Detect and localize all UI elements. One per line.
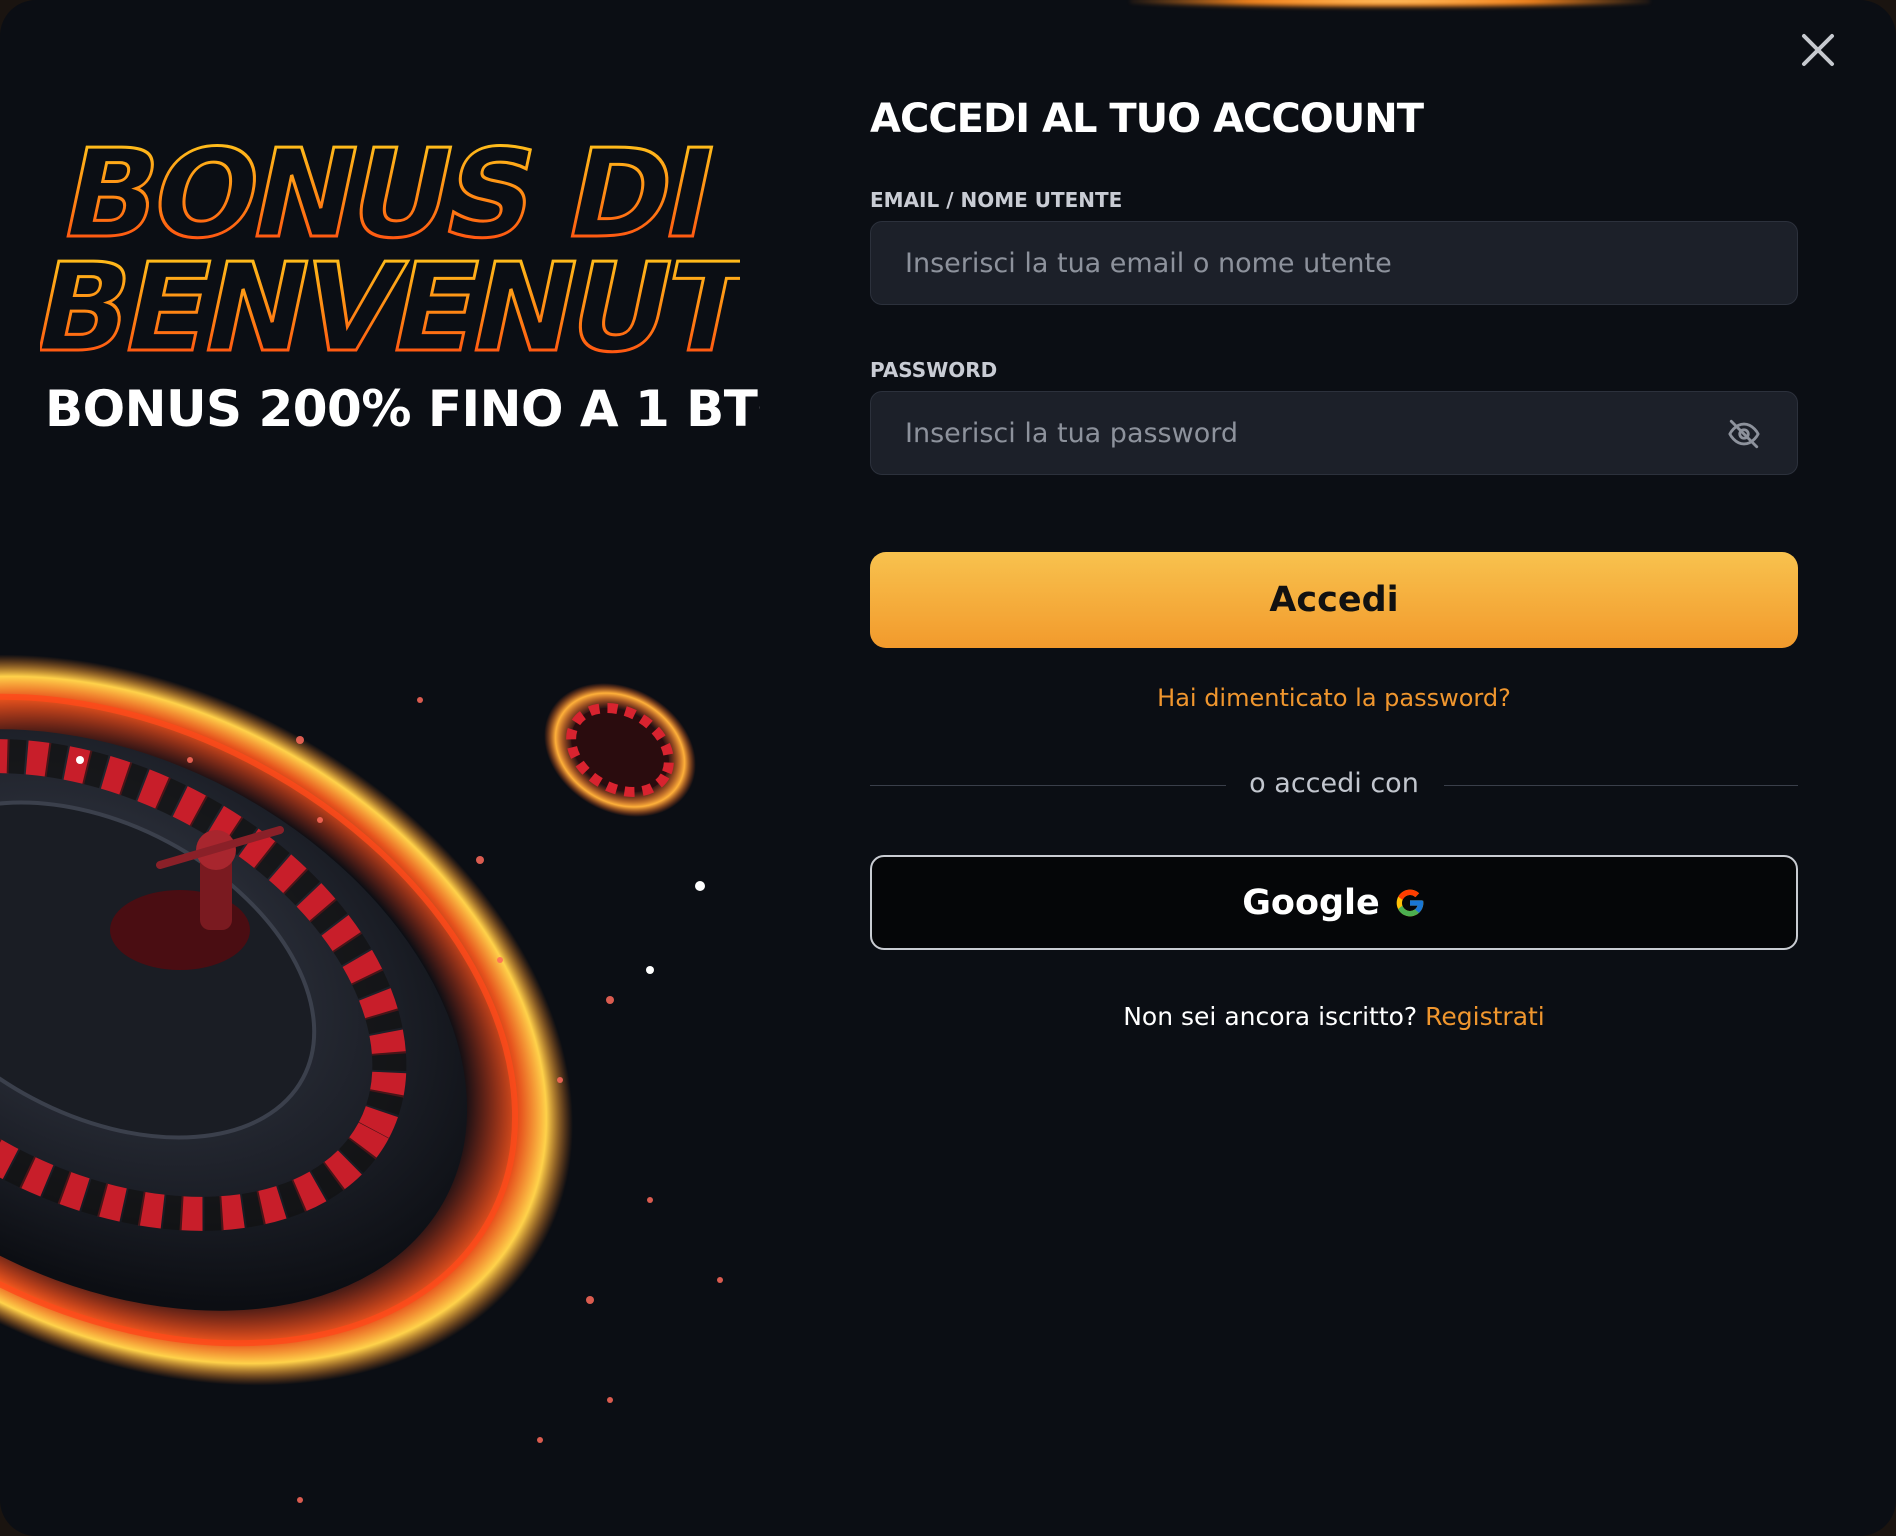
password-field-wrapper [870, 391, 1798, 475]
google-button-label: Google [1242, 882, 1380, 923]
login-button[interactable]: Accedi [870, 552, 1798, 648]
top-glow-decoration [1130, 0, 1650, 8]
forgot-password-link[interactable]: Hai dimenticato la password? [870, 684, 1798, 712]
promo-panel: BONUS DI BENVENUTO BONUS 200% FINO A 1 B… [0, 0, 760, 1536]
close-icon [1802, 34, 1834, 66]
email-field-wrapper [870, 221, 1798, 305]
divider-text: o accedi con [1249, 768, 1419, 799]
password-label: PASSWORD [870, 358, 998, 382]
login-modal: BONUS DI BENVENUTO BONUS 200% FINO A 1 B… [0, 0, 1896, 1536]
google-login-button[interactable]: Google [870, 855, 1798, 950]
password-field[interactable] [871, 392, 1797, 474]
password-visibility-toggle[interactable] [1725, 415, 1763, 453]
form-title: ACCEDI AL TUO ACCOUNT [870, 96, 1424, 142]
social-divider: o accedi con [870, 766, 1798, 806]
signup-link[interactable]: Registrati [1425, 1002, 1545, 1031]
promo-headline-line2: BENVENUTO [40, 237, 740, 368]
email-label: EMAIL / NOME UTENTE [870, 188, 1123, 212]
close-button[interactable] [1796, 28, 1840, 72]
eye-off-icon [1728, 419, 1760, 449]
google-icon [1396, 889, 1424, 916]
email-field[interactable] [871, 222, 1797, 304]
promo-headline: BONUS DI BENVENUTO [40, 128, 740, 368]
signup-prompt: Non sei ancora iscritto? [1123, 1002, 1418, 1031]
roulette-illustration [0, 654, 723, 1503]
promo-subtitle: BONUS 200% FINO A 1 BTC [45, 380, 760, 438]
signup-row: Non sei ancora iscritto? Registrati [870, 1002, 1798, 1031]
